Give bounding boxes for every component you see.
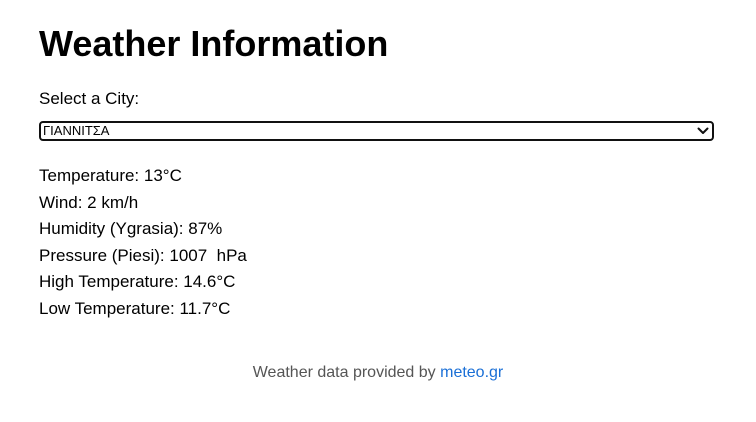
chevron-down-icon bbox=[696, 123, 710, 139]
low-temperature-text: Low Temperature: 11.7°C bbox=[39, 298, 231, 318]
wind-text: Wind: 2 km/h bbox=[39, 192, 139, 212]
humidity-text: Humidity (Ygrasia): 87% bbox=[39, 219, 223, 239]
pressure-text: Pressure (Piesi): 1007 hPa bbox=[39, 245, 247, 265]
page-title: Weather Information bbox=[39, 23, 389, 64]
city-select-value: ΓΙΑΝΝΙΤΣΑ bbox=[43, 123, 110, 138]
temperature-text: Temperature: 13°C bbox=[39, 166, 182, 185]
city-select[interactable]: ΓΙΑΝΝΙΤΣΑ bbox=[39, 121, 714, 141]
footer: Weather data provided by meteo.gr bbox=[0, 362, 756, 384]
meteo-link[interactable]: meteo.gr bbox=[440, 364, 503, 381]
high-temperature-text: High Temperature: 14.6°C bbox=[39, 272, 236, 292]
city-select-label: Select a City: bbox=[39, 89, 140, 108]
footer-text: Weather data provided by bbox=[252, 364, 441, 381]
weather-details: Temperature: 13°C Wind: 2 km/h Humidity … bbox=[39, 163, 247, 323]
